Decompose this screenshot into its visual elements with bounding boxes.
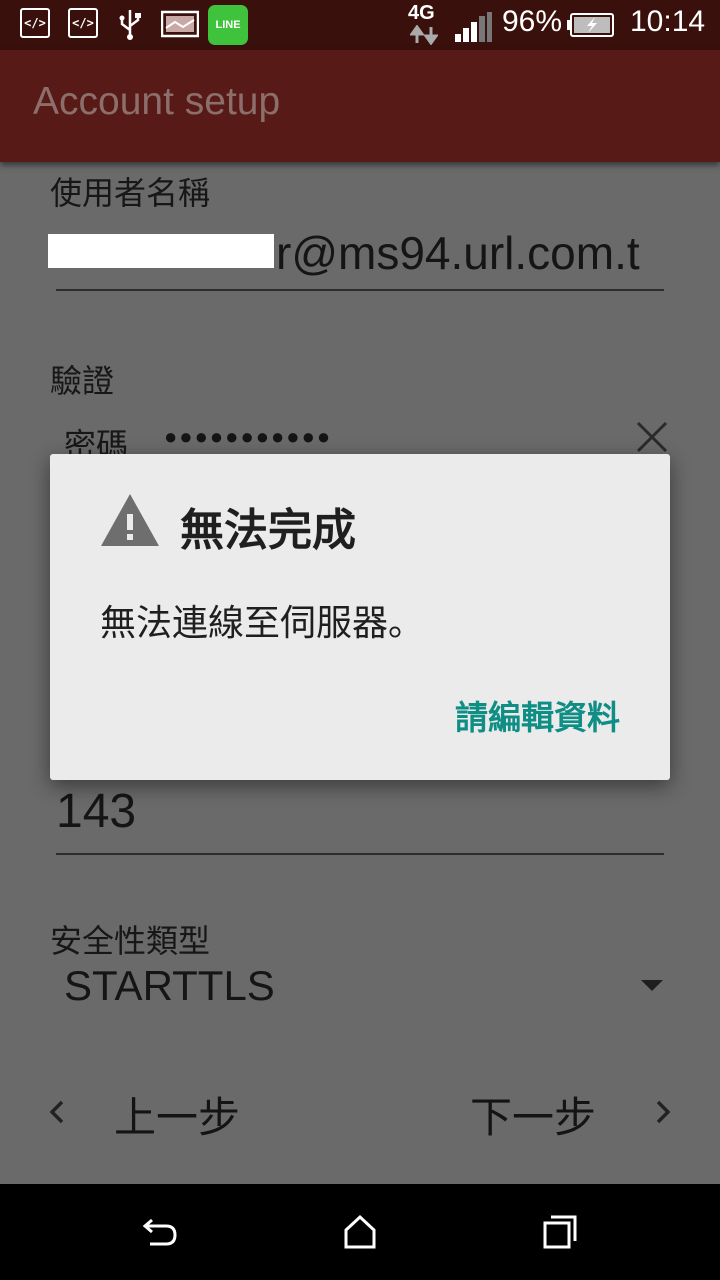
usb-icon — [119, 10, 141, 40]
username-underline — [56, 289, 664, 291]
image-icon — [161, 10, 199, 38]
username-input[interactable]: r@ms94.url.com.t — [276, 226, 664, 280]
clock: 10:14 — [630, 5, 706, 38]
dialog-message: 無法連線至伺服器。 — [100, 603, 425, 644]
security-type-select[interactable]: STARTTLS — [64, 962, 275, 1010]
recent-apps-icon[interactable] — [540, 1212, 580, 1252]
next-button[interactable]: 下一步 — [470, 1084, 596, 1145]
username-label: 使用者名稱 — [50, 174, 211, 212]
code-icon: </> — [20, 8, 50, 38]
battery-charging-icon — [567, 13, 614, 37]
password-input[interactable]: ●●●●●●●●●●● — [164, 424, 332, 450]
network-type: 4G — [408, 2, 435, 24]
back-icon[interactable] — [140, 1212, 180, 1252]
edit-details-button[interactable]: 請編輯資料 — [455, 691, 620, 739]
chevron-left-icon[interactable] — [42, 1092, 72, 1132]
dropdown-arrow-icon[interactable] — [641, 980, 663, 991]
error-dialog: 無法完成 無法連線至伺服器。 請編輯資料 — [50, 454, 670, 780]
prev-button[interactable]: 上一步 — [114, 1084, 240, 1145]
signal-icon — [455, 12, 492, 42]
app-bar: Account setup — [0, 50, 720, 162]
auth-label: 驗證 — [50, 362, 115, 400]
system-nav-bar — [0, 1184, 720, 1280]
redacted-block — [48, 234, 274, 268]
data-arrows-icon — [410, 25, 438, 45]
port-input[interactable]: 143 — [56, 784, 136, 839]
battery-percent: 96% — [502, 5, 563, 38]
dialog-title: 無法完成 — [180, 505, 356, 556]
home-icon[interactable] — [340, 1212, 380, 1252]
port-underline — [56, 853, 664, 855]
clear-password-icon[interactable] — [632, 417, 672, 457]
chevron-right-icon[interactable] — [648, 1092, 678, 1132]
status-bar: </> </> LINE 4G 96% 10:14 — [0, 0, 720, 50]
code-icon: </> — [68, 8, 98, 38]
security-type-label: 安全性類型 — [50, 922, 211, 960]
warning-icon — [101, 494, 159, 546]
line-app-icon: LINE — [208, 5, 248, 45]
page-title: Account setup — [33, 80, 281, 123]
